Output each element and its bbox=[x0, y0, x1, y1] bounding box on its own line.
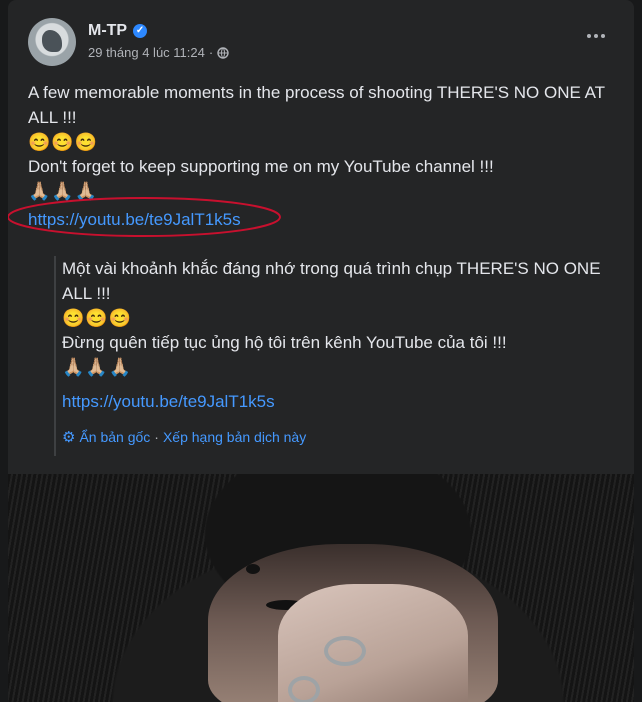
translation-youtube-link[interactable]: https://youtu.be/te9JalT1k5s bbox=[62, 392, 275, 411]
translation-text-line: Đừng quên tiếp tục ủng hộ tôi trên kênh … bbox=[62, 333, 507, 352]
author-name[interactable]: M-TP bbox=[88, 22, 127, 40]
post-header: M-TP ✓ 29 tháng 4 lúc 11:24 · bbox=[28, 16, 618, 66]
post-meta: 29 tháng 4 lúc 11:24 · bbox=[88, 45, 229, 60]
translation-emoji-pray: 🙏🏼🙏🏼🙏🏼 bbox=[62, 357, 133, 377]
verified-badge-icon: ✓ bbox=[133, 24, 148, 38]
translation-text-line: Một vài khoảnh khắc đáng nhớ trong quá t… bbox=[62, 259, 605, 303]
more-options-icon[interactable] bbox=[580, 24, 612, 48]
annotation-circle bbox=[8, 197, 281, 237]
gear-icon[interactable]: ⚙ bbox=[62, 428, 75, 446]
post-text: A few memorable moments in the process o… bbox=[8, 80, 618, 237]
post-link-wrapper: https://youtu.be/te9JalT1k5s bbox=[8, 197, 281, 237]
post-emoji-smile: 😊😊😊 bbox=[28, 132, 99, 152]
post-text-line: A few memorable moments in the process o… bbox=[28, 83, 609, 127]
meta-separator: · bbox=[208, 45, 214, 60]
photo-ring bbox=[288, 676, 320, 702]
translation-emoji-smile: 😊😊😊 bbox=[62, 308, 133, 328]
rate-translation-link[interactable]: Xếp hạng bản dịch này bbox=[163, 429, 306, 445]
post-timestamp[interactable]: 29 tháng 4 lúc 11:24 bbox=[88, 45, 205, 60]
hide-original-link[interactable]: Ẩn bản gốc bbox=[79, 429, 150, 445]
translation-block: Một vài khoảnh khắc đáng nhớ trong quá t… bbox=[54, 256, 624, 456]
post-text-line: Don't forget to keep supporting me on my… bbox=[28, 157, 494, 176]
post-photo[interactable] bbox=[8, 474, 634, 702]
author-avatar[interactable] bbox=[28, 18, 76, 66]
photo-hand bbox=[246, 564, 468, 702]
tools-separator: · bbox=[154, 429, 159, 445]
photo-ring bbox=[324, 636, 366, 666]
translation-text: Một vài khoảnh khắc đáng nhớ trong quá t… bbox=[62, 256, 612, 414]
photo-nail bbox=[246, 564, 260, 574]
globe-icon[interactable] bbox=[217, 46, 229, 59]
facebook-post: M-TP ✓ 29 tháng 4 lúc 11:24 · A few memo… bbox=[8, 0, 634, 702]
author-name-row: M-TP ✓ bbox=[88, 20, 148, 42]
translation-tools: ⚙ Ẩn bản gốc · Xếp hạng bản dịch này bbox=[62, 428, 306, 446]
